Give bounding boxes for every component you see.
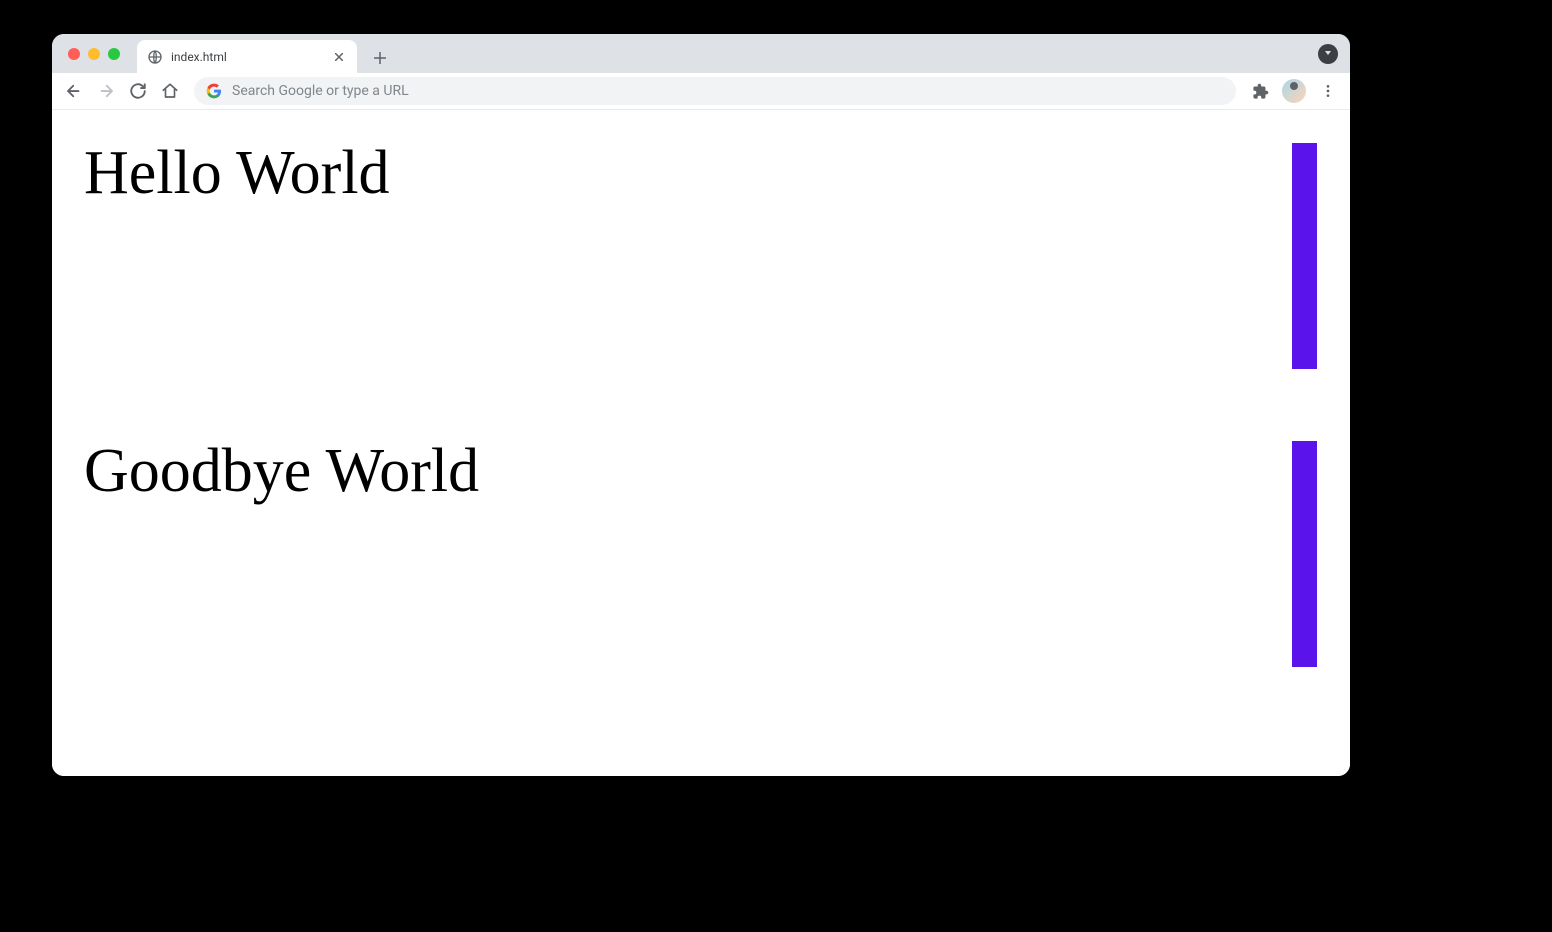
heading-2: Goodbye World [84,436,479,507]
extensions-button[interactable] [1246,77,1274,105]
minimize-window-button[interactable] [88,48,100,60]
profile-avatar[interactable] [1282,79,1306,103]
section-1: Hello World [52,110,1350,408]
google-icon [206,83,222,99]
close-window-button[interactable] [68,48,80,60]
browser-tab[interactable]: index.html [137,40,357,73]
reload-button[interactable] [124,77,152,105]
home-button[interactable] [156,77,184,105]
new-tab-button[interactable] [366,44,394,72]
section-2: Goodbye World [52,408,1350,706]
title-bar: index.html [52,34,1350,73]
heading-1: Hello World [84,138,390,209]
maximize-window-button[interactable] [108,48,120,60]
page-content: Hello World Goodbye World [52,110,1350,776]
toolbar: Search Google or type a URL [52,73,1350,110]
browser-window: index.html [52,34,1350,776]
address-bar[interactable]: Search Google or type a URL [194,77,1236,105]
accent-bar-1 [1292,143,1317,369]
forward-button[interactable] [92,77,120,105]
close-tab-button[interactable] [331,49,347,65]
address-placeholder: Search Google or type a URL [232,83,1224,99]
share-button[interactable] [1318,44,1338,64]
window-controls [52,48,120,60]
back-button[interactable] [60,77,88,105]
tab-title: index.html [171,50,323,64]
globe-icon [147,49,163,65]
accent-bar-2 [1292,441,1317,667]
menu-button[interactable] [1314,77,1342,105]
